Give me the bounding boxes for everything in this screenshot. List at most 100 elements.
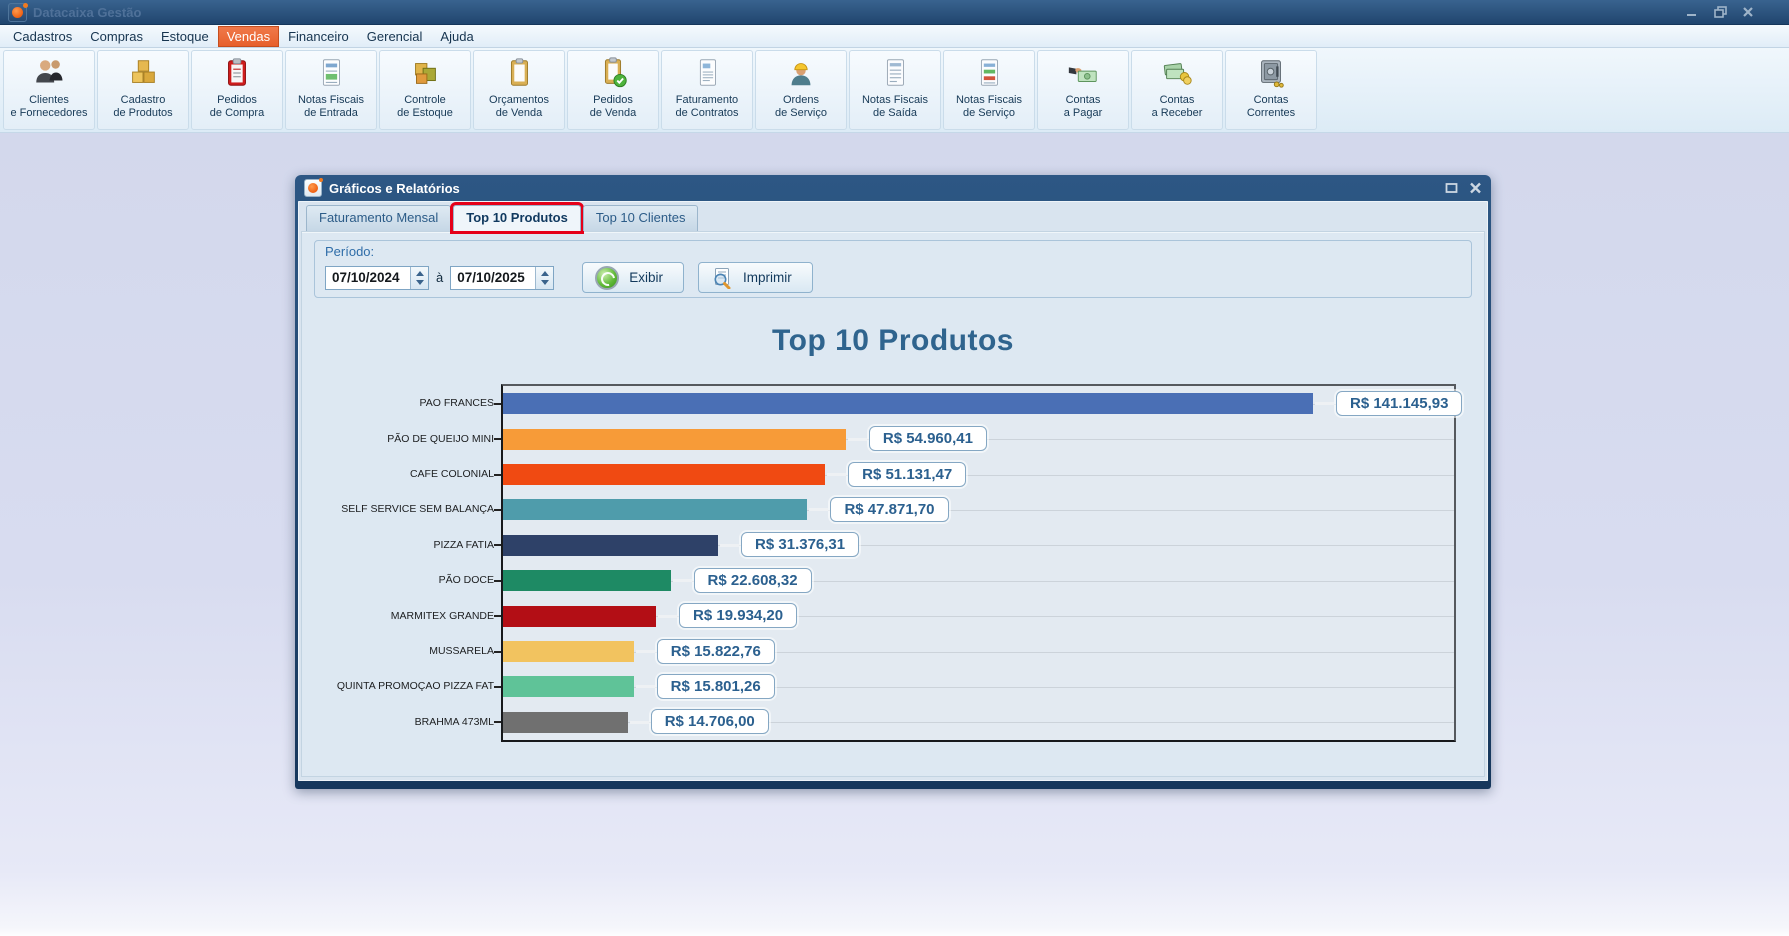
category-label: PIZZA FATIA: [434, 539, 494, 551]
axis-tick: [494, 580, 501, 582]
toolbar-button-faturamento-de-contratos[interactable]: Faturamentode Contratos: [661, 50, 753, 130]
toolbar-button-label: Cadastrode Produtos: [113, 94, 172, 120]
screen: Datacaixa Gestão CadastrosComprasEstoque…: [0, 0, 1789, 936]
value-label: R$ 47.871,70: [830, 497, 948, 522]
toolbar-button-label: Notas Fiscaisde Entrada: [298, 94, 364, 120]
toolbar-button-clientes-e-fornecedores[interactable]: Clientese Fornecedores: [3, 50, 95, 130]
bar-self-service-sem-balanca: [503, 499, 807, 520]
axis-tick: [494, 474, 501, 476]
toolbar-button-contas-a-receber[interactable]: Contasa Receber: [1131, 50, 1223, 130]
purchase-order-icon: [220, 55, 254, 91]
dialog-maximize-button[interactable]: [1444, 182, 1458, 194]
category-label: PÃO DE QUEIJO MINI: [387, 433, 494, 445]
date-to-value: 07/10/2025: [451, 267, 535, 289]
toolbar-button-label: Contasa Receber: [1152, 94, 1203, 120]
spinner-up-icon: [416, 271, 424, 276]
date-from-input[interactable]: 07/10/2024: [325, 266, 429, 290]
toolbar-button-label: Pedidosde Compra: [210, 94, 264, 120]
stock-icon: [408, 55, 442, 91]
contract-icon: [690, 55, 724, 91]
menu-bar: CadastrosComprasEstoqueVendasFinanceiroG…: [0, 25, 1789, 48]
tab-faturamento-mensal[interactable]: Faturamento Mensal: [306, 205, 451, 231]
service-invoice-icon: [972, 55, 1006, 91]
main-titlebar: Datacaixa Gestão: [0, 0, 1789, 25]
menu-item-financeiro[interactable]: Financeiro: [279, 26, 358, 47]
date-from-value: 07/10/2024: [326, 267, 410, 289]
menu-item-cadastros[interactable]: Cadastros: [4, 26, 81, 47]
category-label: CAFE COLONIAL: [410, 468, 494, 480]
print-preview-icon: [711, 267, 733, 289]
axis-tick: [494, 544, 501, 546]
exibir-button[interactable]: Exibir: [582, 262, 684, 293]
menu-item-vendas[interactable]: Vendas: [218, 26, 279, 47]
close-button[interactable]: [1741, 6, 1755, 18]
menu-item-compras[interactable]: Compras: [81, 26, 152, 47]
axis-tick: [494, 509, 501, 511]
value-label: R$ 54.960,41: [869, 426, 987, 451]
sales-order-icon: [596, 55, 630, 91]
value-label: R$ 14.706,00: [651, 709, 769, 734]
toolbar-button-contas-a-pagar[interactable]: Contasa Pagar: [1037, 50, 1129, 130]
dialog-close-button[interactable]: [1468, 182, 1482, 194]
toolbar-button-label: Pedidosde Venda: [590, 94, 637, 120]
axis-tick: [494, 403, 501, 405]
toolbar-button-label: Clientese Fornecedores: [10, 94, 87, 120]
date-from-spinner[interactable]: [410, 267, 428, 289]
toolbar-button-label: Orçamentosde Venda: [489, 94, 549, 120]
chart-title: Top 10 Produtos: [302, 324, 1484, 358]
value-connector: [658, 615, 677, 618]
datacaixa-logo-icon: [12, 7, 23, 18]
tab-top-10-produtos[interactable]: Top 10 Produtos: [453, 205, 581, 231]
toolbar-button-label: Notas Fiscaisde Saída: [862, 94, 928, 120]
date-to-spinner[interactable]: [535, 267, 553, 289]
imprimir-button[interactable]: Imprimir: [698, 262, 813, 293]
window-title: Datacaixa Gestão: [33, 5, 141, 20]
toolbar-button-contas-correntes[interactable]: ContasCorrentes: [1225, 50, 1317, 130]
value-label: R$ 15.801,26: [657, 674, 775, 699]
restore-button[interactable]: [1713, 6, 1727, 18]
toolbar-button-notas-fiscais-de-entrada[interactable]: Notas Fiscaisde Entrada: [285, 50, 377, 130]
toolbar-button-pedidos-de-venda[interactable]: Pedidosde Venda: [567, 50, 659, 130]
value-label: R$ 31.376,31: [741, 532, 859, 557]
bar-pao-de-queijo-mini: [503, 429, 846, 450]
value-label: R$ 141.145,93: [1336, 391, 1462, 416]
value-label: R$ 51.131,47: [848, 462, 966, 487]
toolbar-button-pedidos-de-compra[interactable]: Pedidosde Compra: [191, 50, 283, 130]
invoice-in-icon: [314, 55, 348, 91]
toolbar-button-cadastro-de-produtos[interactable]: Cadastrode Produtos: [97, 50, 189, 130]
toolbar-button-ordens-de-servico[interactable]: Ordensde Serviço: [755, 50, 847, 130]
category-label: MARMITEX GRANDE: [391, 610, 494, 622]
category-label: PAO FRANCES: [420, 397, 494, 409]
period-connector-label: à: [436, 270, 443, 285]
tab-strip: Faturamento MensalTop 10 ProdutosTop 10 …: [301, 203, 1485, 231]
axis-tick: [494, 721, 501, 723]
dialog-graficos-relatorios: Gráficos e Relatórios Faturamento Mensal…: [295, 175, 1491, 789]
menu-item-gerencial[interactable]: Gerencial: [358, 26, 432, 47]
show-chart-icon: [595, 266, 619, 290]
toolbar-button-notas-fiscais-de-saida[interactable]: Notas Fiscaisde Saída: [849, 50, 941, 130]
spinner-down-icon: [416, 280, 424, 285]
category-label: BRAHMA 473ML: [415, 716, 494, 728]
menu-item-estoque[interactable]: Estoque: [152, 26, 218, 47]
accounts-icon: [1254, 55, 1288, 91]
toolbar-button-label: Faturamentode Contratos: [676, 94, 739, 120]
bar-mussarela: [503, 641, 634, 662]
window-controls: [1685, 6, 1781, 18]
bar-chart-plot: PAO FRANCESR$ 141.145,93PÃO DE QUEIJO MI…: [501, 384, 1456, 742]
dialog-titlebar[interactable]: Gráficos e Relatórios: [298, 175, 1488, 201]
value-label: R$ 19.934,20: [679, 603, 797, 628]
menu-item-ajuda[interactable]: Ajuda: [431, 26, 482, 47]
clients-icon: [32, 55, 66, 91]
toolbar-button-notas-fiscais-de-servico[interactable]: Notas Fiscaisde Serviço: [943, 50, 1035, 130]
service-order-icon: [784, 55, 818, 91]
minimize-button[interactable]: [1685, 6, 1699, 18]
bar-cafe-colonial: [503, 464, 825, 485]
category-label: SELF SERVICE SEM BALANÇA: [341, 503, 494, 515]
toolbar-button-controle-de-estoque[interactable]: Controlede Estoque: [379, 50, 471, 130]
value-connector: [636, 685, 655, 688]
tab-top-10-clientes[interactable]: Top 10 Clientes: [583, 205, 699, 231]
category-label: QUINTA PROMOÇAO PIZZA FAT: [337, 680, 494, 692]
date-to-input[interactable]: 07/10/2025: [450, 266, 554, 290]
toolbar-button-orcamentos-de-venda[interactable]: Orçamentosde Venda: [473, 50, 565, 130]
category-label: MUSSARELA: [429, 645, 494, 657]
